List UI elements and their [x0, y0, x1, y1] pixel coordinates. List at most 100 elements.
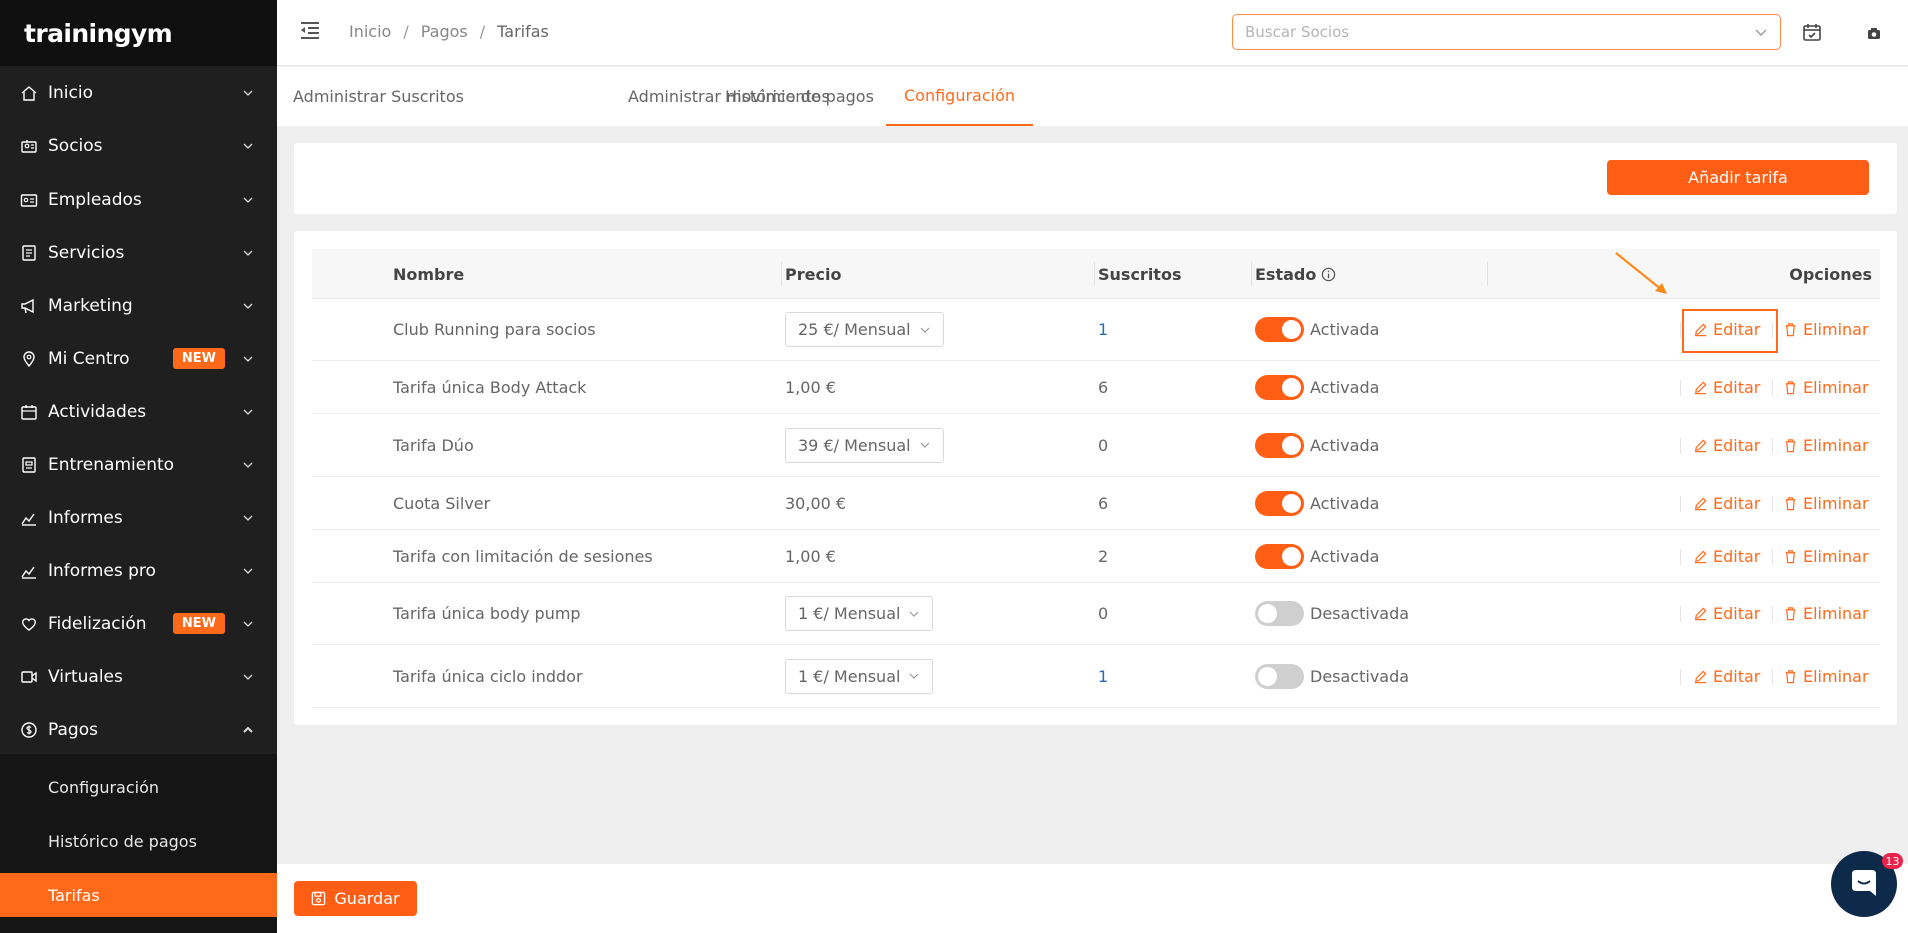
menu-toggle-icon[interactable]	[301, 20, 323, 40]
tariff-name: Tarifa Dúo	[393, 435, 474, 455]
pencil-icon	[1694, 669, 1707, 683]
subscribed-count: 2	[1098, 546, 1109, 566]
delete-button[interactable]: Eliminar	[1783, 667, 1869, 686]
status-toggle[interactable]	[1255, 432, 1304, 458]
table-row: Tarifa única body pump 1 €/ Mensual 0 Desac…	[312, 583, 1880, 645]
chevron-down-icon[interactable]	[241, 352, 255, 366]
brand-logo[interactable]: trainingym	[0, 0, 277, 66]
breadcrumb-inicio[interactable]: Inicio	[349, 22, 391, 41]
price-select[interactable]: 1 €/ Mensual	[785, 658, 934, 694]
status-toggle[interactable]	[1255, 663, 1304, 689]
subscribed-count[interactable]: 1	[1098, 299, 1108, 360]
edit-label: Editar	[1713, 435, 1761, 455]
sidebar-item-label: Pagos	[48, 719, 98, 740]
sidebar-item-marketing[interactable]: Marketing	[0, 279, 277, 332]
chevron-down-icon[interactable]	[241, 246, 255, 260]
sidebar-item-pagos[interactable]: Pagos	[0, 703, 277, 756]
save-button[interactable]: Guardar	[294, 881, 417, 916]
chevron-down-icon[interactable]	[241, 405, 255, 419]
delete-button[interactable]: Eliminar	[1783, 436, 1869, 455]
tab-histórico-de-pagos[interactable]: Histórico de pagos	[707, 67, 892, 126]
member-search[interactable]	[1232, 14, 1781, 50]
edit-button[interactable]: Editar	[1693, 604, 1760, 623]
edit-button[interactable]: Editar	[1693, 494, 1760, 513]
price-cell: 1,00 €	[785, 530, 836, 582]
edit-label: Editar	[1713, 604, 1761, 623]
chevron-down-icon[interactable]	[241, 617, 255, 631]
sidebar-item-actividades[interactable]: Actividades	[0, 385, 277, 438]
trash-icon	[1785, 438, 1796, 452]
chevron-down-icon[interactable]	[1754, 25, 1768, 39]
status-toggle[interactable]	[1255, 543, 1304, 569]
edit-button[interactable]: Editar	[1693, 547, 1760, 566]
chevron-down-icon[interactable]	[241, 458, 255, 472]
delete-button[interactable]: Eliminar	[1783, 547, 1869, 566]
tab-configuración[interactable]: Configuración	[886, 67, 1034, 126]
edit-button[interactable]: Editar	[1693, 378, 1760, 397]
delete-button[interactable]: Eliminar	[1783, 320, 1869, 339]
price-select[interactable]: 25 €/ Mensual	[785, 312, 944, 347]
price-select[interactable]: 39 €/ Mensual	[785, 427, 944, 463]
status-toggle[interactable]	[1255, 374, 1304, 400]
delete-button[interactable]: Eliminar	[1783, 604, 1869, 623]
search-input[interactable]	[1233, 15, 1780, 49]
sidebar-item-virtuales[interactable]: Virtuales	[0, 650, 277, 703]
tab-administrar-suscritos[interactable]: Administrar Suscritos	[275, 67, 482, 126]
pencil-icon	[1694, 496, 1707, 510]
edit-highlight-box	[1682, 309, 1778, 353]
edit-button[interactable]: Editar	[1693, 436, 1760, 455]
chevron-down-icon[interactable]	[241, 139, 255, 153]
breadcrumb-pagos[interactable]: Pagos	[421, 22, 468, 41]
trash-icon	[1785, 607, 1796, 621]
header-subscribed: Suscritos	[1098, 264, 1182, 284]
calendar-icon	[0, 403, 48, 421]
status-toggle[interactable]	[1255, 490, 1304, 516]
price-select[interactable]: 1 €/ Mensual	[785, 596, 934, 631]
table-row: Tarifa única ciclo inddor 1 €/ Mensual 1 De…	[312, 645, 1880, 708]
sidebar-item-inicio[interactable]: Inicio	[0, 66, 277, 119]
submenu-item-tarifas[interactable]: Tarifas	[0, 873, 277, 917]
sidebar-item-informes-pro[interactable]: Informes pro	[0, 544, 277, 597]
price-value: 25 €/ Mensual	[798, 320, 911, 339]
chevron-down-icon[interactable]	[241, 511, 255, 525]
add-tariff-button[interactable]: Añadir tarifa	[1607, 160, 1869, 195]
price-cell: 1 €/ Mensual	[785, 583, 934, 644]
calendar-check-icon[interactable]	[1802, 22, 1822, 42]
tariff-name: Cuota Silver	[393, 493, 491, 513]
pencil-icon	[1694, 438, 1707, 452]
subscribed-count[interactable]: 1	[1098, 645, 1108, 707]
header-divider	[1487, 262, 1488, 286]
chevron-down-icon[interactable]	[241, 86, 255, 100]
sidebar-item-mi-centro[interactable]: Mi Centro NEW	[0, 332, 277, 385]
action-divider	[1680, 606, 1681, 622]
sidebar-item-entrenamiento[interactable]: Entrenamiento	[0, 438, 277, 491]
tutorial-arrow-icon	[1615, 252, 1667, 294]
status-toggle[interactable]	[1255, 601, 1304, 626]
services-icon	[0, 244, 48, 262]
chevron-up-icon[interactable]	[241, 723, 255, 737]
price-value: 1 €/ Mensual	[798, 666, 901, 686]
sidebar-item-empleados[interactable]: Empleados	[0, 173, 277, 226]
action-divider	[1772, 379, 1773, 396]
tariff-name: Club Running para socios	[393, 320, 596, 339]
camera-icon[interactable]	[1864, 22, 1884, 42]
sidebar-item-socios[interactable]: Socios	[0, 119, 277, 172]
sidebar-item-servicios[interactable]: Servicios	[0, 226, 277, 279]
sidebar-item-fidelización[interactable]: Fidelización NEW	[0, 597, 277, 650]
info-icon[interactable]	[1321, 267, 1336, 282]
edit-button[interactable]: Editar	[1693, 667, 1760, 686]
toggle-knob	[1282, 546, 1301, 566]
chevron-down-icon[interactable]	[241, 299, 255, 313]
delete-button[interactable]: Eliminar	[1783, 378, 1869, 397]
delete-label: Eliminar	[1803, 320, 1869, 339]
chevron-down-icon[interactable]	[241, 670, 255, 684]
chevron-down-icon[interactable]	[241, 193, 255, 207]
status-toggle[interactable]	[1255, 317, 1304, 342]
footer-bar: Guardar	[277, 864, 1908, 933]
dollar-icon	[0, 721, 48, 739]
submenu-item-configuración[interactable]: Configuración	[0, 765, 277, 809]
chevron-down-icon[interactable]	[241, 564, 255, 578]
submenu-item-histórico-de-pagos[interactable]: Histórico de pagos	[0, 819, 277, 863]
sidebar-item-informes[interactable]: Informes	[0, 491, 277, 544]
delete-button[interactable]: Eliminar	[1783, 494, 1869, 513]
